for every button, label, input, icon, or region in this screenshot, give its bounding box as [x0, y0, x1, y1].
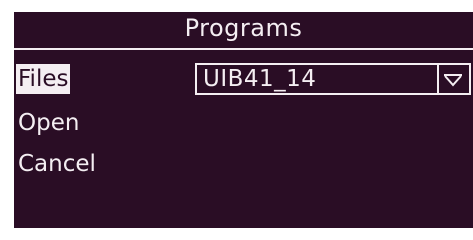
programs-screen: Programs Files Open Cancel UIB41_14 — [14, 12, 473, 228]
page-title: Programs — [184, 14, 303, 42]
program-select[interactable]: UIB41_14 — [195, 63, 471, 95]
title-divider — [14, 48, 473, 50]
program-select-value: UIB41_14 — [203, 66, 317, 92]
menu-item-open[interactable]: Open — [16, 108, 81, 138]
menu-item-files[interactable]: Files — [16, 64, 71, 94]
triangle-down-icon[interactable] — [443, 71, 463, 87]
menu-item-cancel[interactable]: Cancel — [16, 149, 98, 179]
dropdown-divider — [437, 65, 439, 93]
